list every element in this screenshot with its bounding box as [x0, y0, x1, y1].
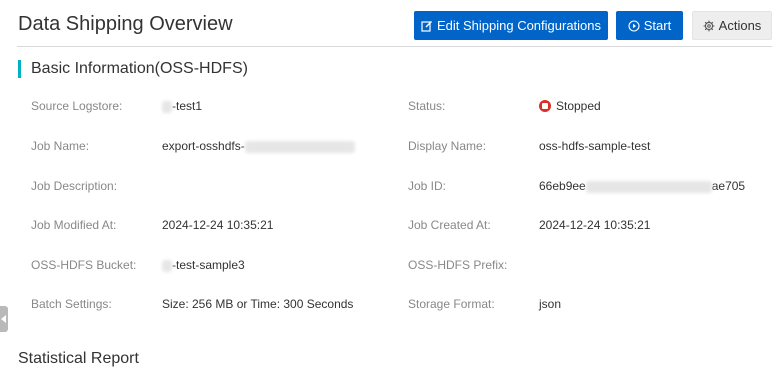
status-text: Stopped — [556, 99, 601, 113]
job-id-value: 66eb9ee ae705 — [539, 179, 745, 193]
gear-icon — [703, 20, 715, 32]
redacted-text — [162, 100, 172, 113]
storage-format-label: Storage Format: — [408, 297, 495, 311]
job-id-prefix: 66eb9ee — [539, 179, 586, 193]
source-logstore-value: -test1 — [162, 99, 202, 113]
collapse-arrow-icon[interactable] — [0, 306, 8, 332]
start-button[interactable]: Start — [616, 11, 683, 40]
job-name-text: export-osshdfs- — [162, 139, 245, 153]
edit-shipping-configurations-button[interactable]: Edit Shipping Configurations — [414, 11, 608, 40]
oss-hdfs-prefix-label: OSS-HDFS Prefix: — [408, 258, 508, 272]
statistical-report-title: Statistical Report — [18, 350, 139, 367]
basic-information-title: Basic Information(OSS-HDFS) — [18, 60, 248, 78]
start-button-label: Start — [643, 18, 672, 33]
play-circle-icon — [628, 19, 640, 32]
display-name-value: oss-hdfs-sample-test — [539, 139, 651, 153]
job-id-suffix: ae705 — [711, 179, 746, 193]
job-name-label: Job Name: — [31, 139, 90, 153]
actions-button-label: Actions — [718, 18, 762, 33]
job-id-label: Job ID: — [408, 179, 447, 193]
page-title: Data Shipping Overview — [18, 13, 233, 35]
status-badge: Stopped — [539, 99, 601, 113]
edit-button-label: Edit Shipping Configurations — [436, 18, 602, 33]
storage-format-value: json — [539, 297, 562, 311]
job-name-value: export-osshdfs- — [162, 139, 355, 153]
oss-hdfs-bucket-text: -test-sample3 — [172, 258, 245, 272]
edit-icon — [421, 20, 433, 32]
batch-settings-value: Size: 256 MB or Time: 300 Seconds — [162, 297, 354, 311]
job-created-at-label: Job Created At: — [408, 218, 491, 232]
display-name-label: Display Name: — [408, 139, 487, 153]
redacted-text — [162, 259, 172, 272]
redacted-text — [244, 140, 355, 153]
oss-hdfs-bucket-value: -test-sample3 — [162, 258, 245, 272]
stop-circle-icon — [539, 100, 551, 112]
oss-hdfs-bucket-label: OSS-HDFS Bucket: — [31, 258, 137, 272]
job-created-at-value: 2024-12-24 10:35:21 — [539, 218, 651, 232]
job-modified-at-label: Job Modified At: — [31, 218, 117, 232]
status-label: Status: — [408, 99, 446, 113]
job-description-label: Job Description: — [31, 179, 118, 193]
actions-button[interactable]: Actions — [692, 11, 772, 40]
source-logstore-text: -test1 — [172, 99, 203, 113]
source-logstore-label: Source Logstore: — [31, 99, 123, 113]
page-header: Data Shipping Overview Edit Shipping Con… — [17, 8, 772, 47]
redacted-text — [585, 180, 712, 193]
batch-settings-label: Batch Settings: — [31, 297, 112, 311]
job-modified-at-value: 2024-12-24 10:35:21 — [162, 218, 274, 232]
